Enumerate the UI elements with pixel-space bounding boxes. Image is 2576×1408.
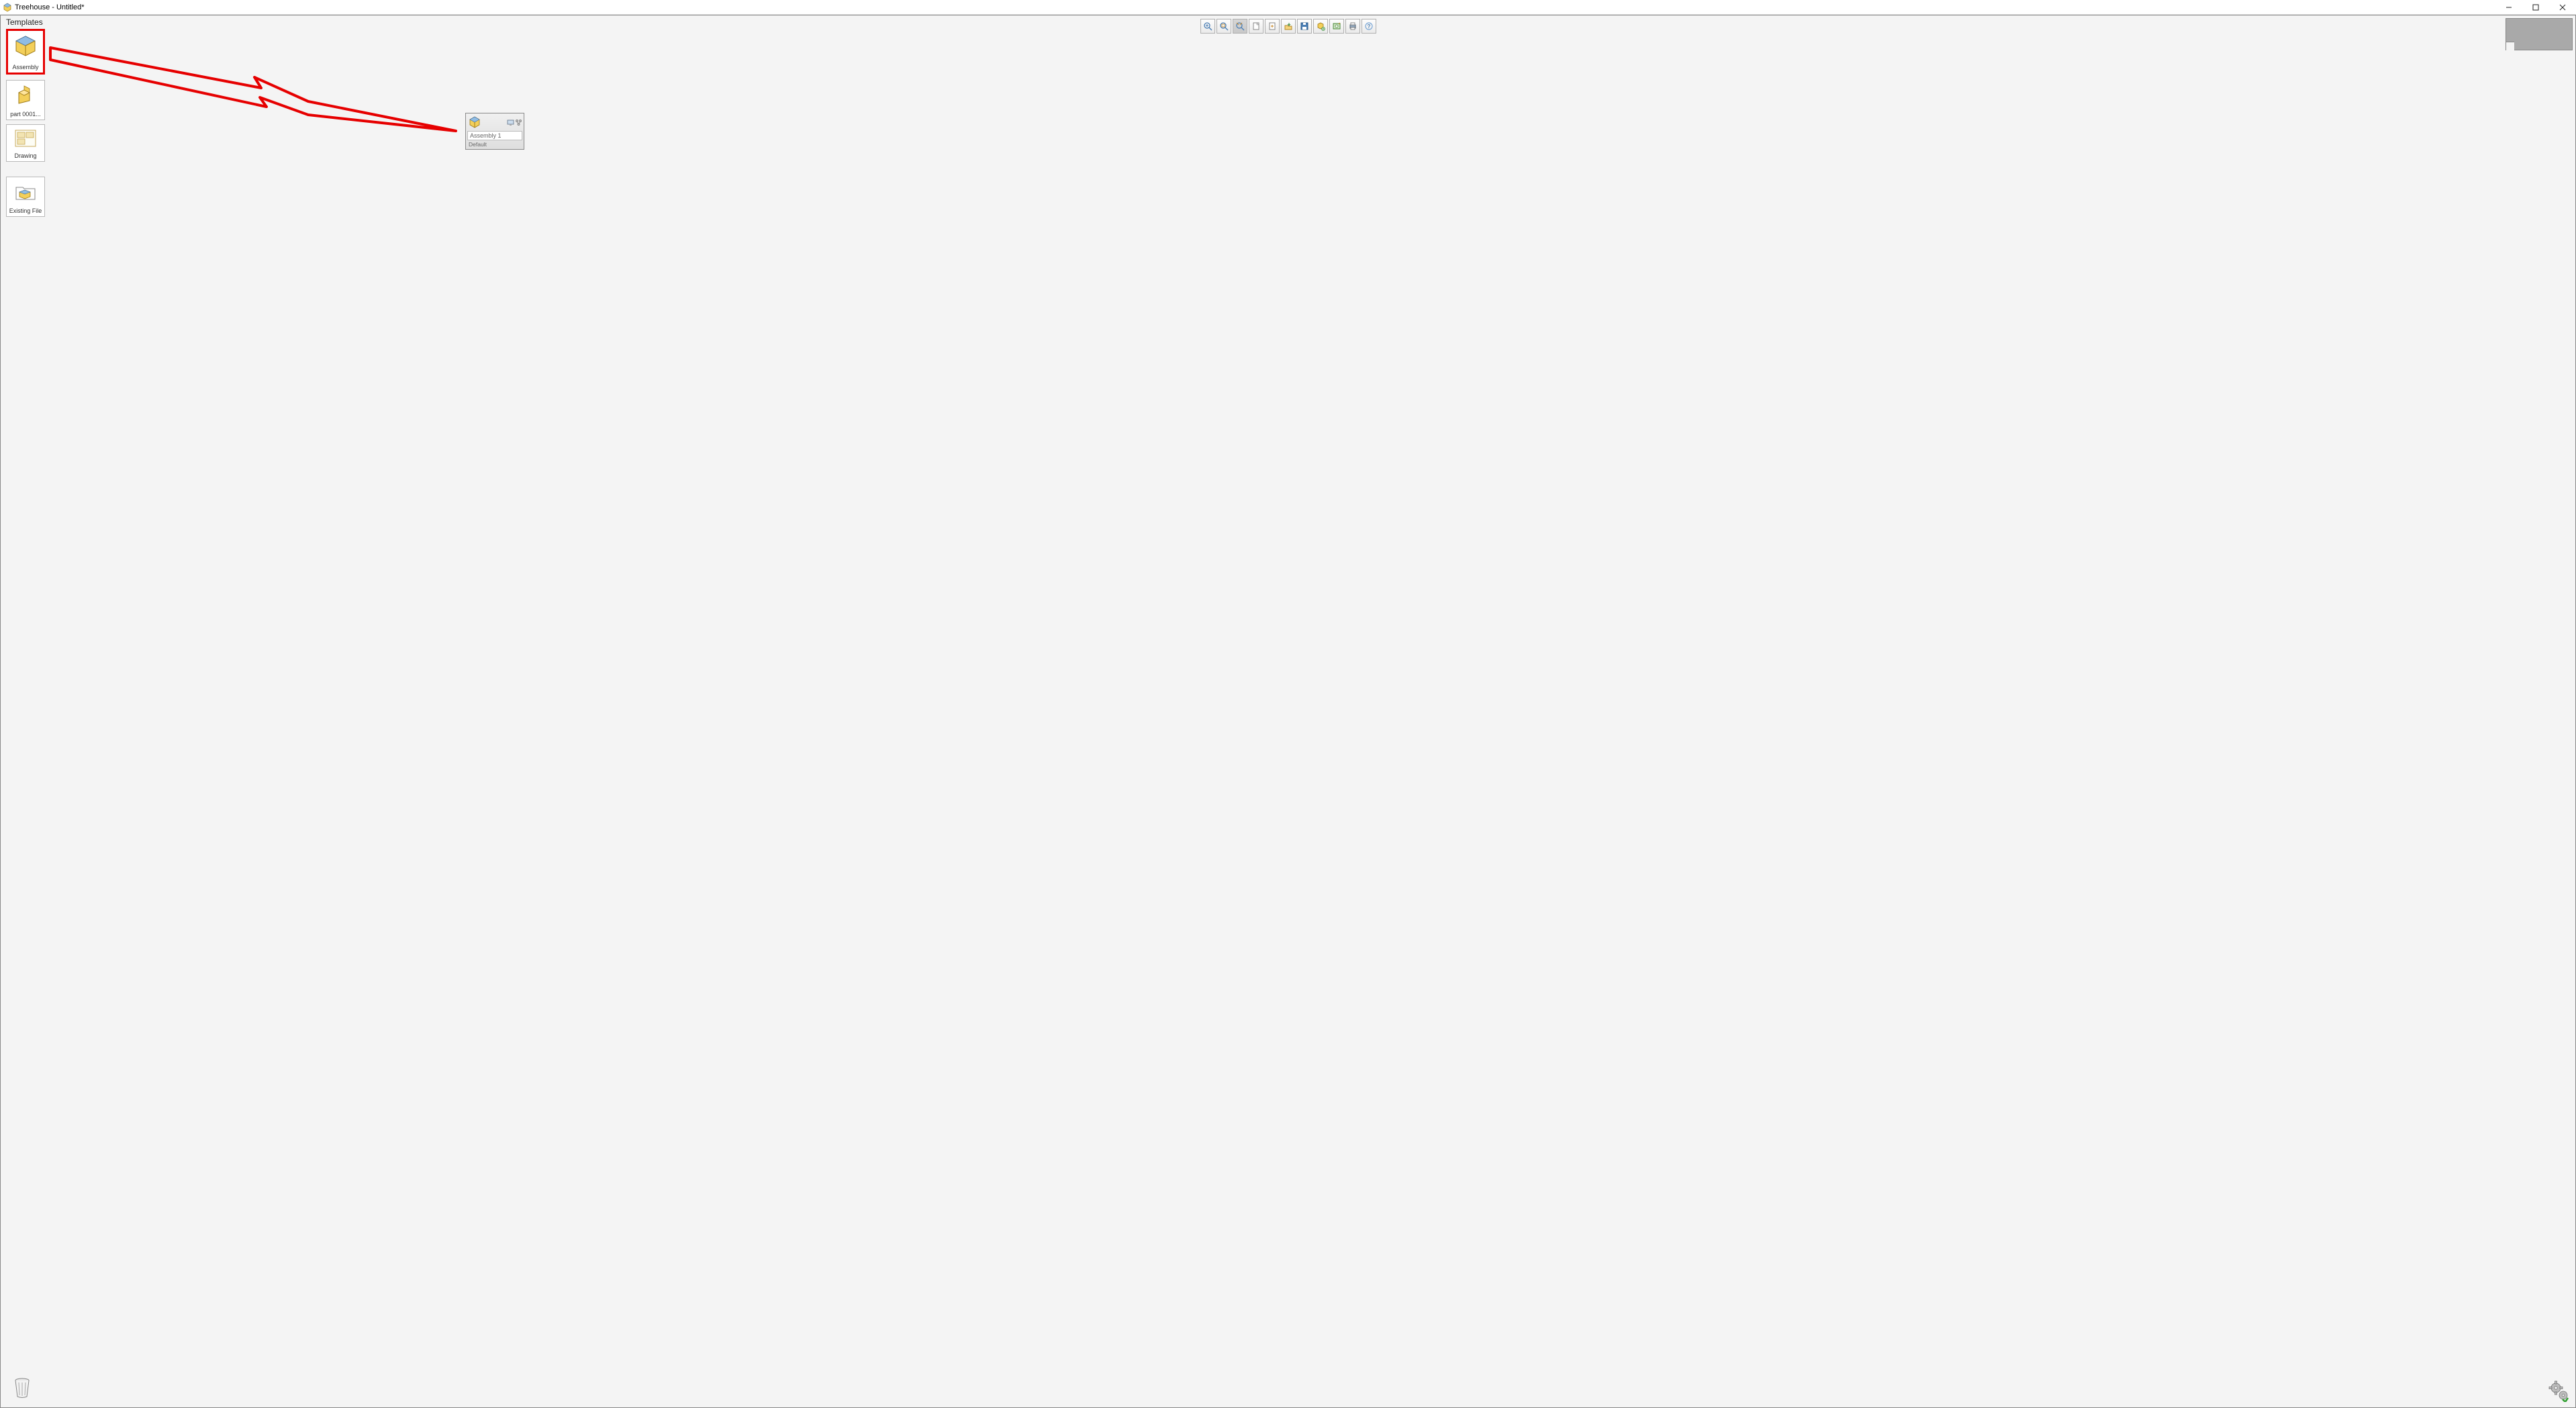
app-body: Templates Assembly part 0001... xyxy=(0,15,2576,1408)
window-title: Treehouse - Untitled* xyxy=(15,3,85,11)
zoom-in-button[interactable] xyxy=(1200,19,1215,34)
new-document-button[interactable] xyxy=(1249,19,1263,34)
import-button[interactable] xyxy=(1281,19,1296,34)
save-button[interactable] xyxy=(1297,19,1312,34)
existing-file-icon xyxy=(7,177,44,206)
maximize-button[interactable] xyxy=(2522,0,2549,14)
drawing-icon xyxy=(7,125,44,151)
open-in-solidworks-button[interactable] xyxy=(1329,19,1344,34)
main-toolbar: ? xyxy=(1200,19,1376,34)
close-button[interactable] xyxy=(2549,0,2576,14)
window-controls xyxy=(2495,0,2576,14)
template-part[interactable]: part 0001... xyxy=(6,80,45,120)
zoom-area-button[interactable] xyxy=(1233,19,1247,34)
node-tree-icon[interactable] xyxy=(515,119,522,126)
trash-bin[interactable] xyxy=(13,1376,32,1399)
template-existing-file[interactable]: Existing File xyxy=(6,177,45,217)
canvas-node-assembly[interactable]: Assembly 1 Default xyxy=(465,113,524,150)
template-drawing[interactable]: Drawing xyxy=(6,124,45,162)
export-image-button[interactable] xyxy=(1313,19,1328,34)
template-assembly[interactable]: Assembly xyxy=(6,29,45,75)
template-existing-label: Existing File xyxy=(7,206,44,216)
minimize-button[interactable] xyxy=(2495,0,2522,14)
node-name-field[interactable]: Assembly 1 xyxy=(467,131,522,140)
assembly-icon xyxy=(8,31,43,62)
settings-button[interactable] xyxy=(2548,1380,2570,1402)
node-assembly-icon xyxy=(467,115,482,130)
template-drawing-label: Drawing xyxy=(7,151,44,161)
template-assembly-label: Assembly xyxy=(8,62,43,73)
annotation-arrow xyxy=(46,44,476,151)
help-button[interactable]: ? xyxy=(1362,19,1376,34)
minimap-expand-icon[interactable]: ↗ xyxy=(2505,44,2510,51)
templates-heading: Templates xyxy=(6,17,43,27)
part-icon xyxy=(7,81,44,109)
minimap[interactable]: ↗ xyxy=(2506,18,2573,50)
template-part-label: part 0001... xyxy=(7,109,44,120)
open-button[interactable] xyxy=(1265,19,1280,34)
window-titlebar: Treehouse - Untitled* xyxy=(0,0,2576,15)
node-display-icon[interactable] xyxy=(507,119,514,126)
zoom-fit-button[interactable] xyxy=(1217,19,1231,34)
svg-text:?: ? xyxy=(1367,24,1370,30)
app-icon xyxy=(3,3,12,12)
print-button[interactable] xyxy=(1345,19,1360,34)
node-configuration: Default xyxy=(466,140,524,149)
